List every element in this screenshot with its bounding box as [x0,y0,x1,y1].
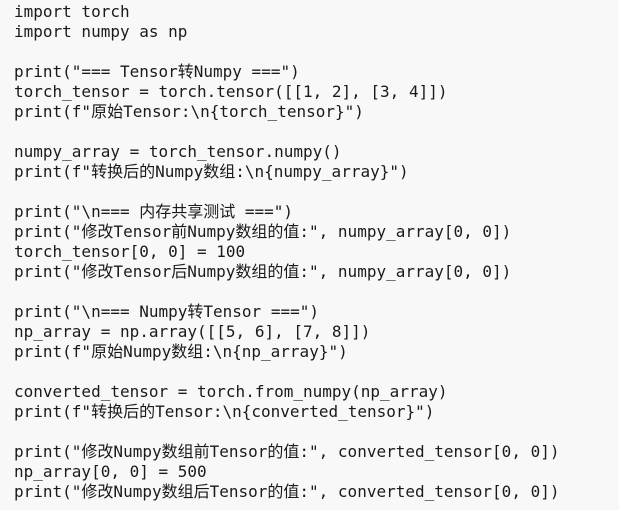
code-line: print("修改Numpy数组后Tensor的值:", converted_t… [14,482,560,501]
code-line: import torch [14,2,130,21]
code-block: import torch import numpy as np print("=… [0,0,619,510]
code-line: np_array = np.array([[5, 6], [7, 8]]) [14,322,371,341]
code-line: print("修改Tensor前Numpy数组的值:", numpy_array… [14,222,512,241]
code-line: numpy_array = torch_tensor.numpy() [14,142,342,161]
code-line: print(f"转换后的Numpy数组:\n{numpy_array}") [14,162,409,181]
code-line: torch_tensor[0, 0] = 100 [14,242,246,261]
code-line: import numpy as np [14,22,188,41]
code-line: print("=== Tensor转Numpy ===") [14,62,300,81]
code-line: print("\n=== 内存共享测试 ===") [14,202,294,221]
code-line: print("\n=== Numpy转Tensor ===") [14,302,319,321]
code-line: np_array[0, 0] = 500 [14,462,207,481]
code-line: print(f"转换后的Tensor:\n{converted_tensor}"… [14,402,435,421]
code-line: converted_tensor = torch.from_numpy(np_a… [14,382,448,401]
code-line: print("修改Tensor后Numpy数组的值:", numpy_array… [14,262,512,281]
code-line: torch_tensor = torch.tensor([[1, 2], [3,… [14,82,448,101]
code-line: print(f"原始Tensor:\n{torch_tensor}") [14,102,364,121]
code-line: print("修改Numpy数组前Tensor的值:", converted_t… [14,442,560,461]
code-line: print(f"原始Numpy数组:\n{np_array}") [14,342,348,361]
